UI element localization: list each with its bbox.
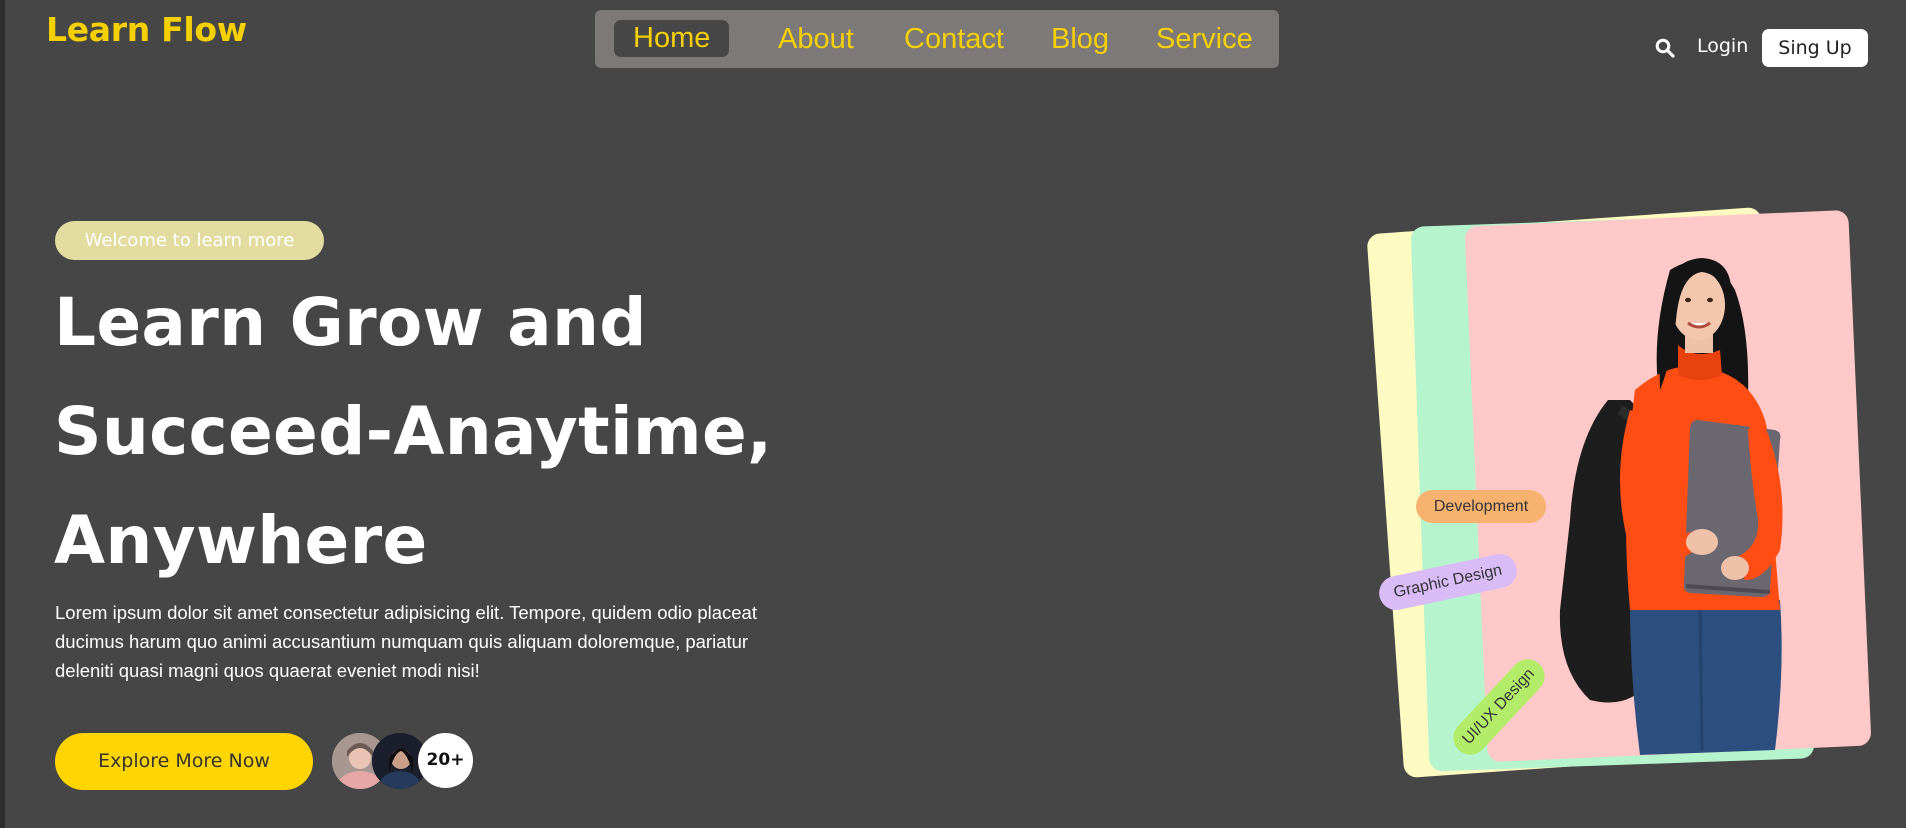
nav-item-service[interactable]: Service [1156, 10, 1253, 68]
welcome-badge: Welcome to learn more [55, 221, 324, 260]
nav-item-about[interactable]: About [778, 10, 854, 68]
hero-title-line-1: Learn Grow and [54, 284, 647, 361]
tag-development: Development [1416, 490, 1546, 523]
left-edge [0, 0, 5, 828]
hero-title-line-2: Succeed-Anaytime, [54, 393, 773, 470]
explore-more-button[interactable]: Explore More Now [55, 733, 313, 790]
nav-item-contact[interactable]: Contact [904, 10, 1004, 68]
hero-title-line-3: Anywhere [54, 502, 428, 579]
logo[interactable]: Learn Flow [46, 10, 247, 49]
search-icon[interactable] [1655, 38, 1675, 58]
nav-item-home[interactable]: Home [614, 20, 730, 57]
signup-button[interactable]: Sing Up [1762, 29, 1868, 67]
login-link[interactable]: Login [1697, 35, 1748, 57]
avatar-count-badge: 20+ [418, 733, 473, 788]
main-nav: Home About Contact Blog Service [595, 10, 1279, 68]
hero-description: Lorem ipsum dolor sit amet consectetur a… [55, 602, 757, 681]
nav-item-blog[interactable]: Blog [1051, 10, 1109, 68]
hero-title: Learn Grow and Succeed-Anaytime, Anywher… [54, 268, 814, 595]
